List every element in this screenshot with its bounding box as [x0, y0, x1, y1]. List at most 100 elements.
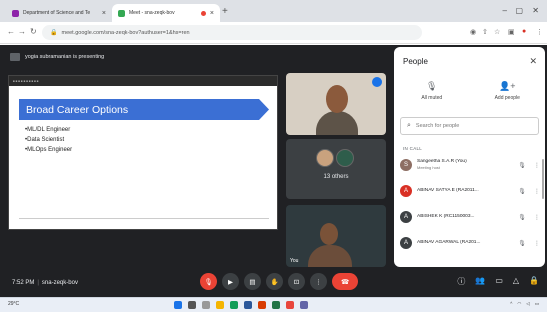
close-panel-icon[interactable]: ✕	[529, 56, 537, 67]
tab-department[interactable]: Department of Science and Te ×	[6, 4, 112, 22]
self-avatar	[320, 223, 338, 245]
tab-label: Meet - sna-zeqk-bov	[129, 10, 175, 16]
mic-off-button[interactable]: 🎙	[200, 273, 217, 290]
people-panel: People ✕ 🎙 All muted 👤+ Add people ⌕ Sea…	[394, 47, 545, 267]
lock-host-icon[interactable]: 🔒	[529, 276, 539, 287]
participant-row[interactable]: S Sangeetha S.A.R (You) Meeting host 🎙 ⋮	[400, 155, 541, 175]
weather-widget[interactable]: 29°C	[8, 301, 19, 307]
participant-tile[interactable]	[286, 73, 386, 135]
more-options-button[interactable]: ⋮	[310, 273, 327, 290]
more-options-icon[interactable]: ⋮	[533, 214, 541, 221]
close-window-icon[interactable]: ✕	[532, 6, 539, 15]
search-icon: ⌕	[407, 122, 411, 129]
maximize-icon[interactable]: ▢	[515, 6, 523, 15]
tab-close-icon[interactable]: ×	[210, 10, 214, 17]
explorer-icon[interactable]	[216, 301, 224, 309]
more-options-icon[interactable]: ⋮	[533, 188, 541, 195]
speaking-indicator-icon	[372, 77, 382, 87]
people-search-input[interactable]: ⌕ Search for people	[400, 117, 539, 135]
more-options-icon[interactable]: ⋮	[533, 162, 541, 169]
forward-icon[interactable]: →	[18, 27, 26, 36]
slide-bullet: Data Scientist	[25, 135, 72, 145]
teams-icon[interactable]	[300, 301, 308, 309]
info-icon[interactable]: ⓘ	[457, 276, 465, 287]
self-body	[308, 245, 352, 267]
favicon-icon	[12, 9, 19, 17]
url-field[interactable]: 🔒 meet.google.com/sna-zeqk-bov?authuser=…	[42, 25, 422, 40]
more-options-icon[interactable]: ⋮	[533, 240, 541, 247]
edge-icon[interactable]	[230, 301, 238, 309]
add-people-button[interactable]: 👤+ Add people	[477, 81, 537, 101]
participant-name-block: Sangeetha S.A.R (You) Meeting host	[417, 159, 517, 171]
powerpoint-icon[interactable]	[258, 301, 266, 309]
participant-avatar: A	[400, 211, 412, 223]
people-icon[interactable]: 👥	[475, 276, 485, 287]
action-label: All muted	[421, 95, 443, 101]
tray-chevron-icon[interactable]: ^	[510, 301, 512, 307]
tab-meet[interactable]: Meet - sna-zeqk-bov ×	[112, 4, 220, 22]
participant-row[interactable]: A ABINAV SATYA E (RA2011... 🎙 ⋮	[400, 181, 541, 201]
mute-all-button[interactable]: 🎙 All muted	[402, 81, 462, 101]
panel-scrollbar[interactable]	[542, 159, 544, 199]
side-controls: ⓘ 👥 ▭ △ 🔒	[457, 276, 539, 287]
presenter-banner: yogia subramanian is presenting	[10, 51, 104, 63]
add-person-icon: 👤+	[499, 81, 516, 91]
slide-bullet: ML/DL Engineer	[25, 125, 72, 135]
slide-divider	[19, 218, 269, 219]
section-label: IN CALL	[403, 146, 423, 151]
wifi-icon[interactable]: ◠	[517, 301, 521, 307]
excel-icon[interactable]	[272, 301, 280, 309]
others-tile[interactable]: 13 others	[286, 139, 386, 199]
camera-button[interactable]: ▶	[222, 273, 239, 290]
tab-close-icon[interactable]: ×	[102, 10, 106, 17]
participant-role: Meeting host	[417, 165, 440, 170]
minimize-icon[interactable]: –	[503, 6, 507, 15]
participant-name: ABISHEK K (RC1150003...	[417, 214, 475, 219]
taskbar-apps	[174, 301, 308, 309]
profile-icon[interactable]: ●	[522, 28, 526, 35]
participant-row[interactable]: A ABINAV AGARWAL (RA201... 🎙 ⋮	[400, 233, 541, 253]
camera-icon[interactable]: ◉	[470, 28, 476, 36]
search-icon[interactable]	[188, 301, 196, 309]
end-call-button[interactable]: ☎	[332, 273, 358, 290]
menu-icon[interactable]: ⋮	[536, 28, 543, 36]
chrome-icon[interactable]	[286, 301, 294, 309]
participant-avatar	[326, 85, 348, 113]
search-placeholder: Search for people	[415, 123, 460, 129]
participant-name: Sangeetha S.A.R (You)	[417, 159, 467, 164]
browser-tab-bar: Department of Science and Te × Meet - sn…	[0, 0, 547, 22]
self-tile[interactable]: You	[286, 205, 386, 267]
participant-avatar: A	[400, 185, 412, 197]
presentation-icon	[10, 53, 20, 61]
share-icon[interactable]: ⇧	[482, 28, 488, 36]
recording-dot-icon	[200, 10, 206, 16]
self-name: You	[290, 258, 299, 264]
mic-off-icon[interactable]: 🎙	[517, 162, 527, 169]
mic-off-icon[interactable]: 🎙	[517, 240, 527, 247]
url-text: meet.google.com/sna-zeqk-bov?authuser=1&…	[61, 29, 190, 36]
back-icon[interactable]: ←	[7, 27, 15, 36]
mic-off-icon[interactable]: 🎙	[517, 214, 527, 221]
word-icon[interactable]	[244, 301, 252, 309]
activities-icon[interactable]: △	[513, 276, 519, 287]
captions-button[interactable]: ▤	[244, 273, 261, 290]
participant-row[interactable]: A ABISHEK K (RC1150003... 🎙 ⋮	[400, 207, 541, 227]
extensions-icon[interactable]: ▣	[508, 28, 515, 36]
presentation-tile[interactable]: ■ ■ ■ ■ ■ ■ ■ ■ ■ ■ Broad Career Options…	[8, 75, 278, 230]
slide-bullets: ML/DL Engineer Data Scientist MLOps Engi…	[25, 125, 72, 155]
chat-icon[interactable]: ▭	[495, 276, 503, 287]
star-icon[interactable]: ☆	[494, 28, 500, 36]
battery-icon[interactable]: ▭	[535, 301, 539, 307]
mic-off-icon[interactable]: 🎙	[517, 188, 527, 195]
present-button[interactable]: ⊡	[288, 273, 305, 290]
volume-icon[interactable]: ◁	[526, 301, 529, 307]
start-icon[interactable]	[174, 301, 182, 309]
raise-hand-button[interactable]: ✋	[266, 273, 283, 290]
others-count: 13 others	[323, 174, 349, 180]
new-tab-icon[interactable]: +	[222, 6, 228, 17]
task-view-icon[interactable]	[202, 301, 210, 309]
slide-bullet: MLOps Engineer	[25, 145, 72, 155]
meeting-code: sna-zeqk-bov	[41, 280, 78, 286]
reload-icon[interactable]: ↻	[30, 27, 37, 36]
action-label: Add people	[494, 95, 520, 101]
